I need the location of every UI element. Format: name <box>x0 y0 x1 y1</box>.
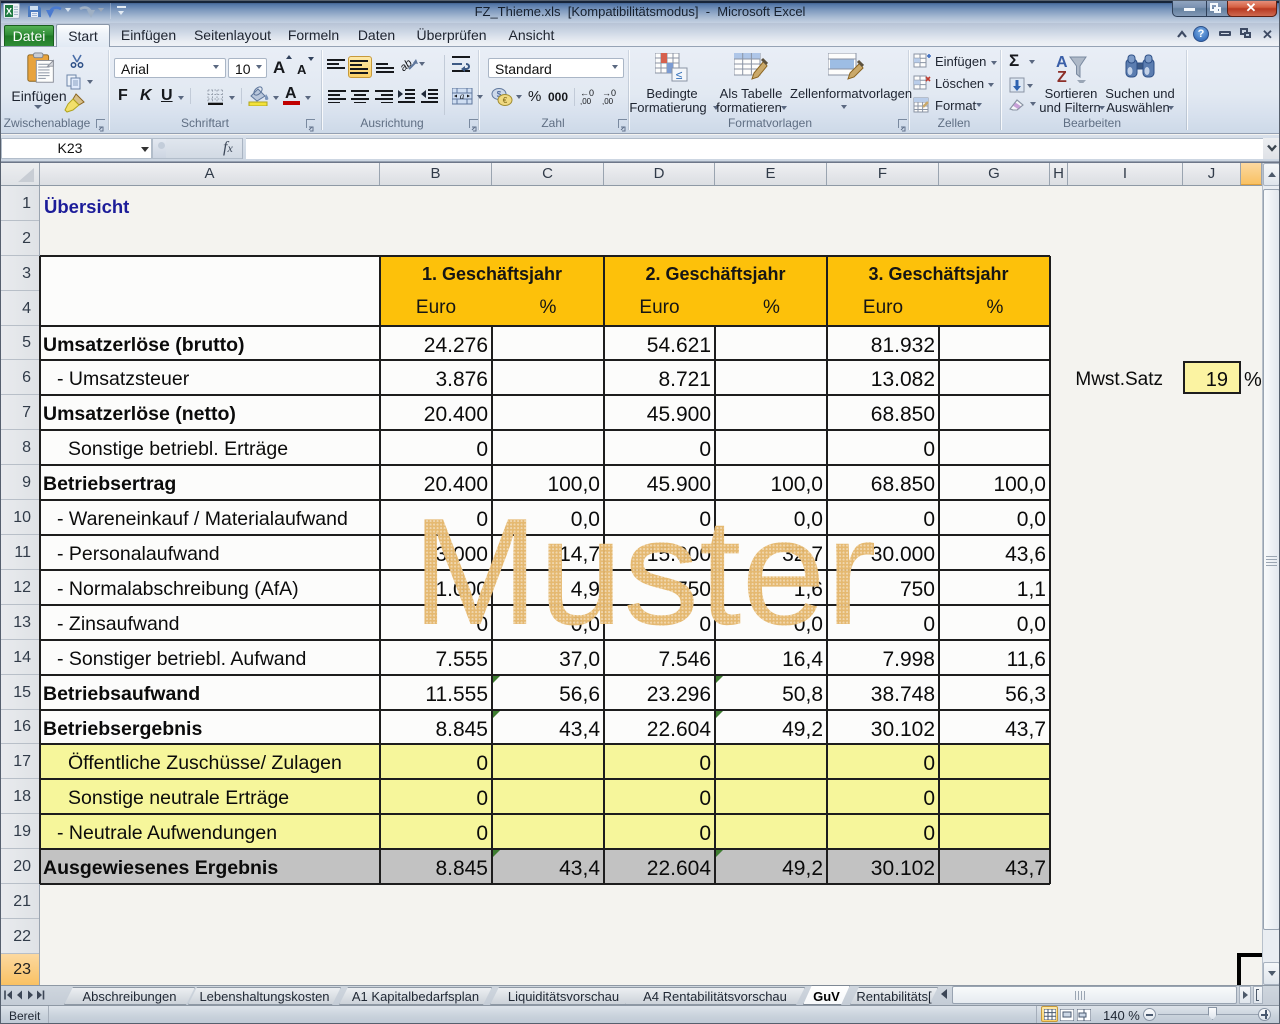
svg-text:a: a <box>460 91 465 101</box>
svg-text:,00: ,00 <box>580 97 592 105</box>
svg-text:,00: ,00 <box>602 97 614 105</box>
svg-text:€: € <box>503 96 508 105</box>
svg-text:≤: ≤ <box>676 68 683 82</box>
svg-text:Z: Z <box>1057 69 1067 83</box>
